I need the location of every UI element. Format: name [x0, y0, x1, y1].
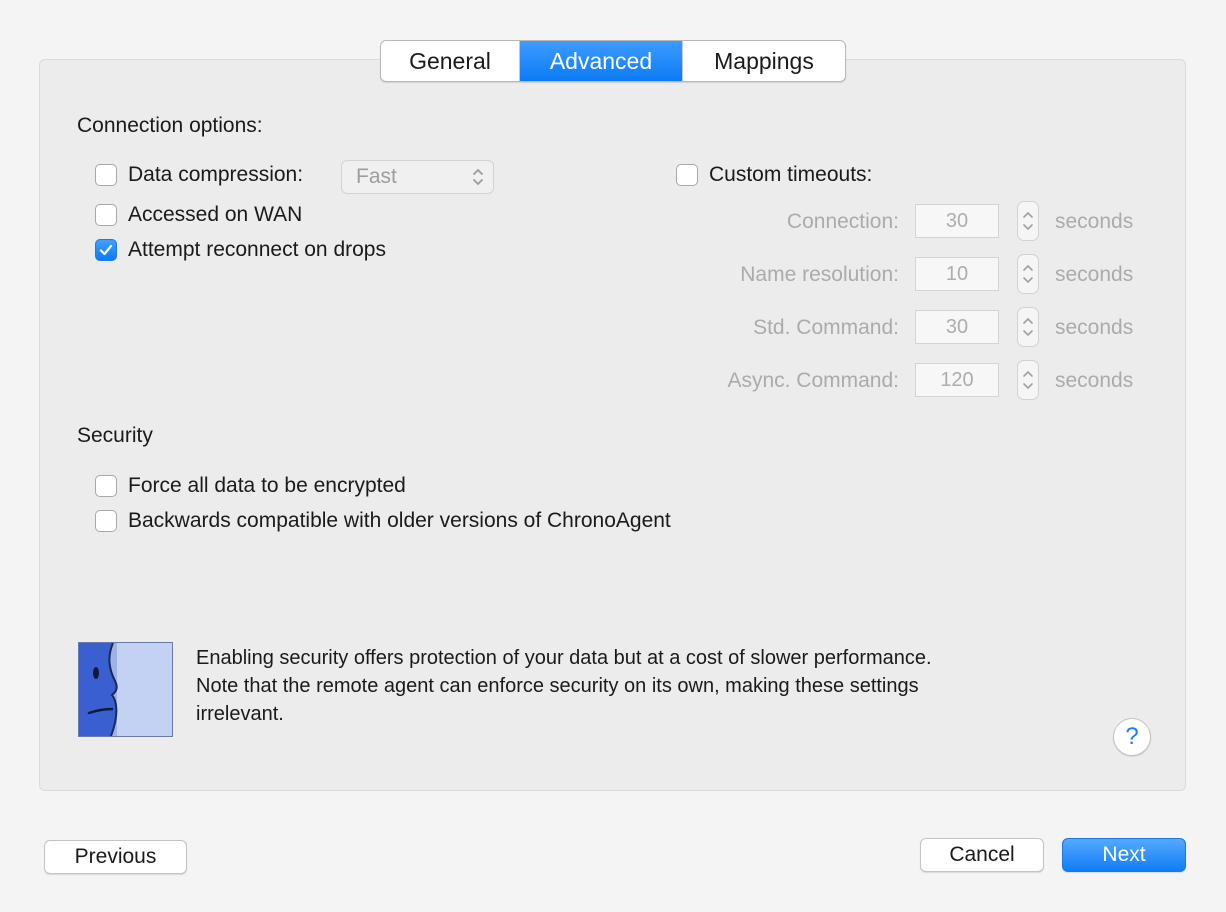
- next-button[interactable]: Next: [1062, 838, 1186, 872]
- timeout-name-resolution-unit: seconds: [1055, 263, 1134, 286]
- custom-timeouts-checkbox[interactable]: [676, 164, 698, 186]
- data-compression-checkbox[interactable]: [95, 164, 117, 186]
- timeout-std-command-stepper[interactable]: [1017, 307, 1039, 347]
- timeout-async-command-input[interactable]: 120: [915, 363, 999, 397]
- backwards-compat-label: Backwards compatible with older versions…: [128, 509, 671, 532]
- stepper-arrows-icon: [1023, 211, 1033, 231]
- force-encrypt-option: Force all data to be encrypted: [95, 474, 406, 498]
- custom-timeouts-label: Custom timeouts:: [709, 163, 873, 186]
- timeout-std-command-label: Std. Command:: [753, 316, 899, 339]
- timeout-async-command-stepper[interactable]: [1017, 360, 1039, 400]
- security-info-text: Enabling security offers protection of y…: [196, 644, 1096, 728]
- stepper-arrows-icon: [1023, 264, 1033, 284]
- timeout-connection-label: Connection:: [786, 210, 899, 233]
- timeout-name-resolution-stepper[interactable]: [1017, 254, 1039, 294]
- info-line-2: Note that the remote agent can enforce s…: [196, 675, 919, 697]
- data-compression-label: Data compression:: [128, 163, 304, 186]
- stepper-arrows-icon: [1023, 317, 1033, 337]
- timeout-connection-unit: seconds: [1055, 210, 1134, 233]
- attempt-reconnect-checkbox[interactable]: [95, 239, 117, 261]
- compression-select-value: Fast: [356, 165, 397, 188]
- connection-options-title: Connection options:: [77, 114, 263, 137]
- info-line-3: irrelevant.: [196, 703, 284, 725]
- stepper-arrows-icon: [1023, 370, 1033, 390]
- tab-advanced[interactable]: Advanced: [520, 41, 683, 81]
- force-encrypt-checkbox[interactable]: [95, 475, 117, 497]
- security-title: Security: [77, 424, 153, 447]
- timeout-std-command-input[interactable]: 30: [915, 310, 999, 344]
- attempt-reconnect-label: Attempt reconnect on drops: [128, 238, 386, 261]
- attempt-reconnect-option: Attempt reconnect on drops: [95, 238, 386, 262]
- chevron-updown-icon: [473, 169, 483, 185]
- help-button[interactable]: ?: [1113, 718, 1151, 756]
- finder-icon: [78, 642, 173, 737]
- compression-select[interactable]: Fast: [341, 160, 494, 194]
- checkmark-icon: [99, 244, 113, 256]
- timeout-connection-input[interactable]: 30: [915, 204, 999, 238]
- previous-button[interactable]: Previous: [44, 840, 187, 874]
- timeout-async-command-label: Async. Command:: [727, 369, 899, 392]
- timeout-name-resolution-input[interactable]: 10: [915, 257, 999, 291]
- cancel-button[interactable]: Cancel: [920, 838, 1044, 872]
- data-compression-option: Data compression:: [95, 163, 303, 187]
- custom-timeouts-option: Custom timeouts:: [676, 163, 872, 187]
- accessed-on-wan-option: Accessed on WAN: [95, 203, 302, 227]
- timeout-name-resolution-label: Name resolution:: [740, 263, 899, 286]
- accessed-on-wan-checkbox[interactable]: [95, 204, 117, 226]
- accessed-on-wan-label: Accessed on WAN: [128, 203, 303, 226]
- force-encrypt-label: Force all data to be encrypted: [128, 474, 406, 497]
- info-line-1: Enabling security offers protection of y…: [196, 647, 932, 669]
- timeout-connection-stepper[interactable]: [1017, 201, 1039, 241]
- backwards-compat-option: Backwards compatible with older versions…: [95, 509, 671, 533]
- backwards-compat-checkbox[interactable]: [95, 510, 117, 532]
- tab-general[interactable]: General: [381, 41, 520, 81]
- timeout-std-command-unit: seconds: [1055, 316, 1134, 339]
- tab-mappings[interactable]: Mappings: [683, 41, 845, 81]
- tab-bar: General Advanced Mappings: [380, 40, 846, 82]
- timeout-async-command-unit: seconds: [1055, 369, 1134, 392]
